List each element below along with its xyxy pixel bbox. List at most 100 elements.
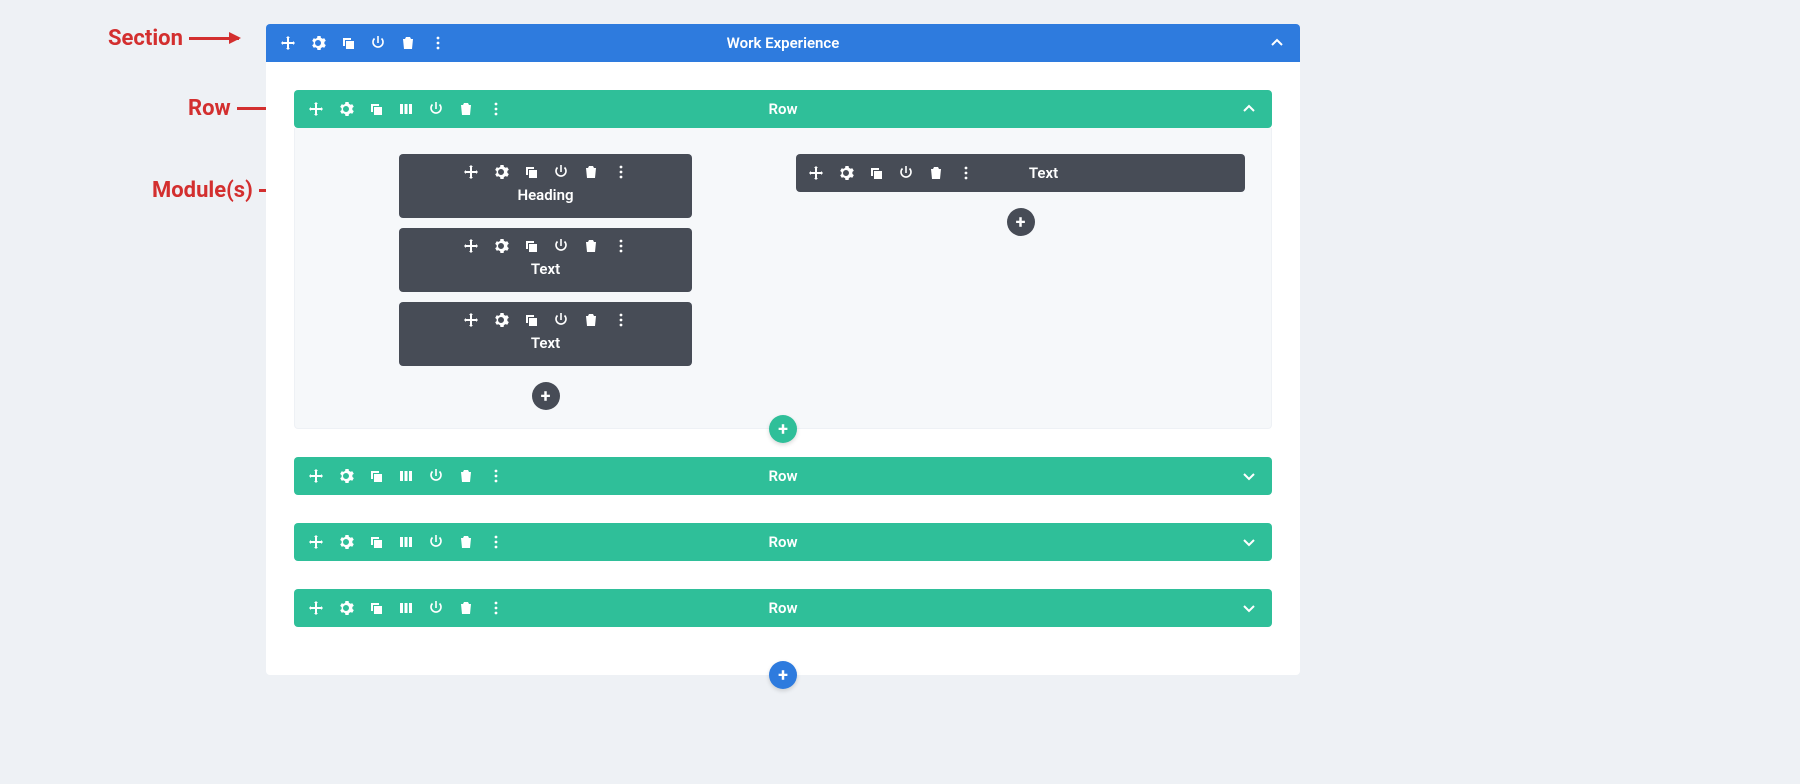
power-icon[interactable] (428, 101, 444, 117)
more-icon[interactable] (488, 534, 504, 550)
trash-icon[interactable] (458, 101, 474, 117)
plus-icon: + (778, 419, 788, 440)
trash-icon[interactable] (583, 164, 599, 180)
module-title: Text (974, 164, 1113, 182)
columns-icon[interactable] (398, 101, 414, 117)
duplicate-icon[interactable] (868, 165, 884, 181)
trash-icon[interactable] (583, 238, 599, 254)
more-icon[interactable] (958, 165, 974, 181)
power-icon[interactable] (553, 312, 569, 328)
arrow-icon (189, 37, 239, 40)
trash-icon[interactable] (583, 312, 599, 328)
module-heading[interactable]: Heading (399, 154, 692, 218)
section-header[interactable]: Work Experience (266, 24, 1300, 62)
row-toolbar (308, 101, 504, 117)
plus-icon: + (1016, 212, 1026, 233)
row-header[interactable]: Row (294, 90, 1272, 128)
column-right: Text + (796, 154, 1245, 410)
add-module-button[interactable]: + (532, 382, 560, 410)
gear-icon[interactable] (838, 165, 854, 181)
duplicate-icon[interactable] (340, 35, 356, 51)
duplicate-icon[interactable] (523, 312, 539, 328)
gear-icon[interactable] (338, 600, 354, 616)
power-icon[interactable] (898, 165, 914, 181)
module-title: Heading (411, 186, 680, 204)
columns-icon[interactable] (398, 600, 414, 616)
power-icon[interactable] (428, 534, 444, 550)
annotation-modules-label: Module(s) (152, 178, 253, 203)
move-icon[interactable] (463, 238, 479, 254)
gear-icon[interactable] (493, 238, 509, 254)
expand-row-button[interactable] (1240, 533, 1258, 551)
more-icon[interactable] (613, 164, 629, 180)
more-icon[interactable] (488, 600, 504, 616)
duplicate-icon[interactable] (368, 101, 384, 117)
power-icon[interactable] (370, 35, 386, 51)
power-icon[interactable] (553, 164, 569, 180)
module-text[interactable]: Text (399, 302, 692, 366)
move-icon[interactable] (308, 534, 324, 550)
annotation-section-label: Section (108, 26, 183, 51)
annotation-section: Section (108, 26, 239, 51)
collapse-section-button[interactable] (1268, 34, 1286, 52)
more-icon[interactable] (613, 238, 629, 254)
more-icon[interactable] (430, 35, 446, 51)
expand-row-button[interactable] (1240, 467, 1258, 485)
columns-icon[interactable] (398, 534, 414, 550)
plus-icon: + (778, 665, 788, 686)
gear-icon[interactable] (493, 164, 509, 180)
row-toolbar (308, 468, 504, 484)
gear-icon[interactable] (310, 35, 326, 51)
duplicate-icon[interactable] (368, 468, 384, 484)
duplicate-icon[interactable] (368, 600, 384, 616)
add-module-button[interactable]: + (1007, 208, 1035, 236)
module-text[interactable]: Text (796, 154, 1245, 192)
row-header[interactable]: Row (294, 457, 1272, 495)
module-title: Text (411, 260, 680, 278)
trash-icon[interactable] (458, 468, 474, 484)
power-icon[interactable] (428, 600, 444, 616)
move-icon[interactable] (280, 35, 296, 51)
column-left: Heading Text (321, 154, 770, 410)
move-icon[interactable] (463, 164, 479, 180)
trash-icon[interactable] (928, 165, 944, 181)
more-icon[interactable] (488, 468, 504, 484)
duplicate-icon[interactable] (523, 164, 539, 180)
trash-icon[interactable] (400, 35, 416, 51)
more-icon[interactable] (613, 312, 629, 328)
trash-icon[interactable] (458, 600, 474, 616)
module-text[interactable]: Text (399, 228, 692, 292)
gear-icon[interactable] (493, 312, 509, 328)
collapse-row-button[interactable] (1240, 100, 1258, 118)
row-header[interactable]: Row (294, 523, 1272, 561)
duplicate-icon[interactable] (368, 534, 384, 550)
move-icon[interactable] (463, 312, 479, 328)
power-icon[interactable] (553, 238, 569, 254)
builder-canvas: Work Experience Row (266, 24, 1300, 703)
move-icon[interactable] (308, 600, 324, 616)
more-icon[interactable] (488, 101, 504, 117)
expand-row-button[interactable] (1240, 599, 1258, 617)
gear-icon[interactable] (338, 468, 354, 484)
move-icon[interactable] (808, 165, 824, 181)
move-icon[interactable] (308, 468, 324, 484)
add-section-button[interactable]: + (769, 661, 797, 689)
power-icon[interactable] (428, 468, 444, 484)
row-toolbar (308, 600, 504, 616)
trash-icon[interactable] (458, 534, 474, 550)
plus-icon: + (541, 386, 551, 407)
annotation-row-label: Row (188, 96, 231, 121)
add-row-button[interactable]: + (769, 415, 797, 443)
gear-icon[interactable] (338, 534, 354, 550)
gear-icon[interactable] (338, 101, 354, 117)
row-header[interactable]: Row (294, 589, 1272, 627)
section-toolbar (280, 35, 446, 51)
module-title: Text (411, 334, 680, 352)
row-toolbar (308, 534, 504, 550)
section-body: Row Heading (266, 62, 1300, 675)
collapsed-rows: Row Row (294, 457, 1272, 627)
row-body: Heading Text (294, 128, 1272, 429)
move-icon[interactable] (308, 101, 324, 117)
duplicate-icon[interactable] (523, 238, 539, 254)
columns-icon[interactable] (398, 468, 414, 484)
